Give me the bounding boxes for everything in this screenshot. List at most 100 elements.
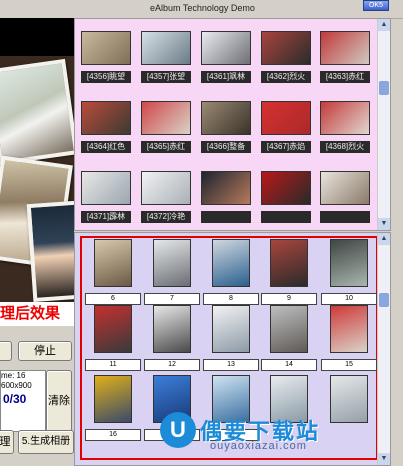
scroll-thumb[interactable] bbox=[379, 293, 389, 307]
library-thumbnail[interactable]: [4362]烈火 bbox=[261, 31, 311, 83]
thumbnail-label: [4371]霹林 bbox=[81, 211, 131, 223]
thumbnail-label: [4368]烈火 bbox=[320, 141, 370, 153]
album-thumbnail[interactable]: 10 bbox=[321, 239, 377, 305]
thumbnail-image[interactable] bbox=[261, 171, 311, 205]
thumbnail-index-label: 6 bbox=[85, 293, 141, 305]
thumbnail-image[interactable] bbox=[201, 101, 251, 135]
thumbnail-image[interactable] bbox=[212, 239, 250, 287]
thumbnail-image[interactable] bbox=[141, 101, 191, 135]
thumbnail-label: [4367]赤焰 bbox=[261, 141, 311, 153]
thumbnail-image[interactable] bbox=[320, 101, 370, 135]
library-thumbnail[interactable] bbox=[201, 171, 251, 223]
thumbnail-image[interactable] bbox=[94, 239, 132, 287]
library-thumbnail[interactable] bbox=[320, 171, 370, 223]
thumbnail-image[interactable] bbox=[330, 375, 368, 423]
generate-album-button[interactable]: 5.生成相册 bbox=[18, 430, 74, 454]
thumbnail-image[interactable] bbox=[261, 31, 311, 65]
thumbnail-index-label: 16 bbox=[85, 429, 141, 441]
album-scrollbar[interactable]: ▲ ▼ bbox=[377, 233, 390, 465]
info-line: me: 16 bbox=[1, 371, 26, 380]
thumbnail-label: [4363]赤红 bbox=[320, 71, 370, 83]
thumbnail-image[interactable] bbox=[94, 305, 132, 353]
album-thumbnail[interactable]: 11 bbox=[85, 305, 141, 371]
thumbnail-label: [4372]冷艳 bbox=[141, 211, 191, 223]
thumbnail-image[interactable] bbox=[141, 31, 191, 65]
corner-button[interactable]: OK5 bbox=[363, 0, 389, 11]
thumbnail-index-label: 13 bbox=[203, 359, 259, 371]
thumbnail-label bbox=[261, 211, 311, 223]
scroll-up-arrow-icon[interactable]: ▲ bbox=[378, 19, 390, 31]
status-info: me: 16 600x900 0/30 bbox=[0, 370, 46, 432]
thumbnail-image[interactable] bbox=[153, 239, 191, 287]
library-thumbnail[interactable]: [4366]整备 bbox=[201, 101, 251, 153]
library-scrollbar[interactable]: ▲ ▼ bbox=[377, 19, 390, 230]
library-thumbnail[interactable] bbox=[261, 171, 311, 223]
stop-button[interactable]: 停止 bbox=[18, 341, 72, 361]
clear-button[interactable]: 清除 bbox=[46, 370, 72, 432]
info-line: 600x900 bbox=[1, 381, 32, 390]
album-thumbnail[interactable]: 7 bbox=[144, 239, 200, 305]
thumbnail-image[interactable] bbox=[81, 101, 131, 135]
scroll-down-arrow-icon[interactable]: ▼ bbox=[378, 218, 390, 230]
thumbnail-image[interactable] bbox=[141, 171, 191, 205]
preview-photo bbox=[0, 58, 74, 166]
watermark-url: ouyaoxiazai.com bbox=[210, 440, 307, 452]
preview-caption: 理后效果 bbox=[0, 302, 74, 326]
thumbnail-image[interactable] bbox=[212, 305, 250, 353]
library-thumbnail[interactable]: [4364]红色 bbox=[81, 101, 131, 153]
thumbnail-index-label: 10 bbox=[321, 293, 377, 305]
album-thumbnail[interactable]: 12 bbox=[144, 305, 200, 371]
album-thumbnail[interactable]: 15 bbox=[321, 305, 377, 371]
library-thumbnail[interactable]: [4356]眺望 bbox=[81, 31, 131, 83]
thumbnail-label bbox=[201, 211, 251, 223]
thumbnail-image[interactable] bbox=[153, 305, 191, 353]
thumbnail-image[interactable] bbox=[94, 375, 132, 423]
scroll-up-arrow-icon[interactable]: ▲ bbox=[378, 233, 390, 245]
library-thumbnail[interactable]: [4363]赤红 bbox=[320, 31, 370, 83]
scroll-down-arrow-icon[interactable]: ▼ bbox=[378, 453, 390, 465]
library-thumbnail[interactable]: [4372]冷艳 bbox=[141, 171, 191, 223]
library-thumbnail[interactable]: [4367]赤焰 bbox=[261, 101, 311, 153]
title-bar: eAlbum Technology Demo OK5 bbox=[0, 0, 403, 19]
preview-image bbox=[0, 56, 74, 302]
preview-header bbox=[0, 18, 74, 56]
album-thumbnail[interactable]: 8 bbox=[203, 239, 259, 305]
thumbnail-image[interactable] bbox=[270, 305, 308, 353]
window-title: eAlbum Technology Demo bbox=[150, 3, 255, 13]
library-thumbnail[interactable]: [4361]飒林 bbox=[201, 31, 251, 83]
album-thumbnail[interactable]: 14 bbox=[261, 305, 317, 371]
thumbnail-index-label: 7 bbox=[144, 293, 200, 305]
thumbnail-image[interactable] bbox=[270, 239, 308, 287]
thumbnail-index-label: 14 bbox=[261, 359, 317, 371]
thumbnail-label: [4364]红色 bbox=[81, 141, 131, 153]
thumbnail-image[interactable] bbox=[330, 305, 368, 353]
album-thumbnail[interactable]: 6 bbox=[85, 239, 141, 305]
thumbnail-image[interactable] bbox=[81, 31, 131, 65]
watermark-logo-icon: U bbox=[160, 412, 196, 448]
thumbnail-label: [4362]烈火 bbox=[261, 71, 311, 83]
left-partial-button[interactable] bbox=[0, 341, 12, 361]
library-thumbnail[interactable]: [4365]赤红 bbox=[141, 101, 191, 153]
library-thumbnail-panel: [4356]眺望 [4357]张望 [4361]飒林 [4362]烈火 [4363]赤红… bbox=[74, 18, 391, 231]
album-thumbnail[interactable] bbox=[321, 375, 377, 423]
thumbnail-image[interactable] bbox=[320, 171, 370, 205]
thumbnail-image[interactable] bbox=[330, 239, 368, 287]
thumbnail-image[interactable] bbox=[201, 171, 251, 205]
thumbnail-label: [4356]眺望 bbox=[81, 71, 131, 83]
album-thumbnail[interactable]: 9 bbox=[261, 239, 317, 305]
thumbnail-index-label: 11 bbox=[85, 359, 141, 371]
preview-photo bbox=[26, 200, 74, 302]
thumbnail-image[interactable] bbox=[320, 31, 370, 65]
library-thumbnail[interactable]: [4368]烈火 bbox=[320, 101, 370, 153]
process-button[interactable]: 理 bbox=[0, 430, 14, 454]
album-thumbnail[interactable]: 13 bbox=[203, 305, 259, 371]
thumbnail-image[interactable] bbox=[201, 31, 251, 65]
album-thumbnail[interactable]: 16 bbox=[85, 375, 141, 441]
library-thumbnail[interactable]: [4357]张望 bbox=[141, 31, 191, 83]
library-thumbnail[interactable]: [4371]霹林 bbox=[81, 171, 131, 223]
thumbnail-label: [4365]赤红 bbox=[141, 141, 191, 153]
thumbnail-image[interactable] bbox=[81, 171, 131, 205]
thumbnail-label: [4357]张望 bbox=[141, 71, 191, 83]
scroll-thumb[interactable] bbox=[379, 81, 389, 95]
thumbnail-image[interactable] bbox=[261, 101, 311, 135]
